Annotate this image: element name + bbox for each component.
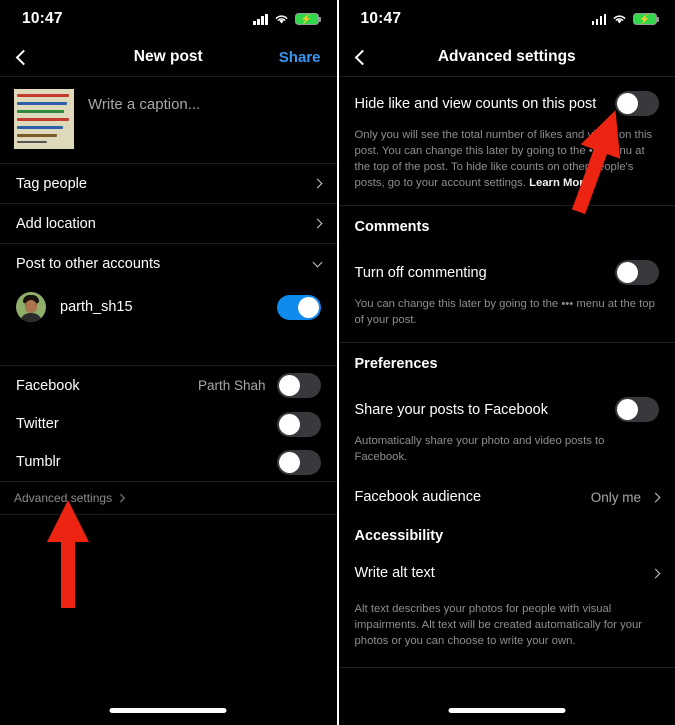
status-bar-left: 10:47 ⚡ bbox=[0, 0, 337, 38]
facebook-toggle[interactable] bbox=[276, 373, 321, 398]
account-username: parth_sh15 bbox=[60, 299, 133, 315]
chevron-down-icon bbox=[312, 257, 322, 267]
alt-text-description: Alt text describes your photos for peopl… bbox=[354, 603, 643, 648]
dual-screenshot-container: 10:47 ⚡ New post Share Write a caption..… bbox=[0, 0, 675, 725]
hide-counts-row[interactable]: Hide like and view counts on this post bbox=[339, 77, 675, 120]
nav-bar-left: New post Share bbox=[0, 38, 337, 76]
twitter-toggle[interactable] bbox=[276, 411, 321, 437]
cellular-signal-icon bbox=[591, 13, 606, 25]
page-title: Advanced settings bbox=[437, 48, 576, 65]
facebook-row[interactable]: Facebook Parth Shah bbox=[0, 366, 337, 405]
share-to-facebook-row[interactable]: Share your posts to Facebook bbox=[339, 383, 675, 426]
facebook-audience-row[interactable]: Facebook audience Only me bbox=[339, 479, 675, 515]
screenshot-divider bbox=[336, 0, 338, 725]
account-toggle[interactable] bbox=[276, 294, 321, 320]
hide-counts-label: Hide like and view counts on this post bbox=[354, 95, 597, 112]
battery-charging-icon: ⚡ bbox=[633, 13, 660, 25]
status-time: 10:47 bbox=[22, 10, 63, 27]
learn-more-link[interactable]: Learn More bbox=[529, 177, 590, 189]
hide-counts-description: Only you will see the total number of li… bbox=[339, 120, 675, 205]
section-gap bbox=[0, 331, 337, 365]
share-to-facebook-description: Automatically share your photo and video… bbox=[354, 435, 605, 464]
back-chevron-icon[interactable] bbox=[15, 49, 32, 65]
write-alt-text-label: Write alt text bbox=[354, 565, 435, 582]
battery-charging-icon: ⚡ bbox=[294, 13, 321, 25]
facebook-label: Facebook bbox=[16, 377, 80, 394]
facebook-audience-label: Facebook audience bbox=[354, 489, 482, 506]
status-bar-right: 10:47 ⚡ bbox=[339, 0, 675, 38]
facebook-account-name: Parth Shah bbox=[197, 378, 266, 393]
turn-off-commenting-toggle[interactable] bbox=[615, 260, 659, 286]
accessibility-section-heading: Accessibility bbox=[354, 528, 444, 545]
caption-input[interactable]: Write a caption... bbox=[88, 89, 200, 113]
account-row[interactable]: parth_sh15 bbox=[0, 283, 337, 331]
status-icon-group: ⚡ bbox=[253, 13, 321, 25]
chevron-right-icon bbox=[312, 178, 322, 189]
twitter-label: Twitter bbox=[16, 416, 59, 432]
advanced-settings-link[interactable]: Advanced settings bbox=[0, 482, 337, 514]
share-button[interactable]: Share bbox=[279, 49, 321, 66]
hide-counts-description-text: Only you will see the total number of li… bbox=[354, 129, 653, 190]
post-to-other-accounts-label: Post to other accounts bbox=[16, 255, 161, 272]
cellular-signal-icon bbox=[253, 13, 268, 25]
tumblr-label: Tumblr bbox=[16, 454, 61, 470]
advanced-settings-label: Advanced settings bbox=[14, 491, 113, 505]
write-alt-text-row[interactable]: Write alt text bbox=[339, 555, 675, 591]
preferences-section-heading: Preferences bbox=[354, 356, 438, 373]
comments-section-heading: Comments bbox=[354, 219, 430, 236]
back-chevron-icon[interactable] bbox=[354, 49, 370, 65]
avatar bbox=[16, 292, 46, 322]
turn-off-commenting-label: Turn off commenting bbox=[354, 264, 487, 281]
facebook-audience-value: Only me bbox=[590, 489, 641, 505]
hide-counts-toggle[interactable] bbox=[615, 91, 659, 116]
chevron-right-icon bbox=[650, 568, 661, 579]
nav-bar-right: Advanced settings bbox=[339, 38, 675, 76]
tumblr-row[interactable]: Tumblr bbox=[0, 443, 337, 481]
chevron-right-icon bbox=[312, 218, 322, 229]
home-indicator-bar bbox=[448, 708, 566, 713]
tag-people-label: Tag people bbox=[16, 175, 87, 192]
home-indicator-bar bbox=[109, 708, 227, 713]
post-thumbnail[interactable] bbox=[14, 89, 74, 149]
chevron-right-icon bbox=[116, 494, 125, 502]
tumblr-toggle[interactable] bbox=[276, 449, 321, 475]
status-time: 10:47 bbox=[360, 10, 402, 27]
divider bbox=[338, 667, 675, 669]
status-icon-group: ⚡ bbox=[591, 13, 660, 25]
comments-description: You can change this later by going to th… bbox=[354, 298, 655, 327]
right-phone-screen: 10:47 ⚡ Advanced settings Hide like and … bbox=[338, 0, 675, 725]
share-to-facebook-toggle[interactable] bbox=[615, 397, 659, 423]
wifi-icon bbox=[275, 15, 287, 24]
turn-off-commenting-row[interactable]: Turn off commenting bbox=[339, 246, 675, 289]
caption-row[interactable]: Write a caption... bbox=[0, 77, 337, 163]
share-to-facebook-label: Share your posts to Facebook bbox=[354, 401, 548, 418]
tag-people-row[interactable]: Tag people bbox=[0, 164, 337, 203]
divider bbox=[0, 514, 337, 515]
wifi-icon bbox=[613, 15, 626, 24]
add-location-row[interactable]: Add location bbox=[0, 204, 337, 243]
left-phone-screen: 10:47 ⚡ New post Share Write a caption..… bbox=[0, 0, 337, 725]
twitter-row[interactable]: Twitter bbox=[0, 405, 337, 443]
add-location-label: Add location bbox=[16, 215, 96, 232]
post-to-other-accounts-row[interactable]: Post to other accounts bbox=[0, 244, 337, 283]
chevron-right-icon bbox=[650, 492, 661, 503]
